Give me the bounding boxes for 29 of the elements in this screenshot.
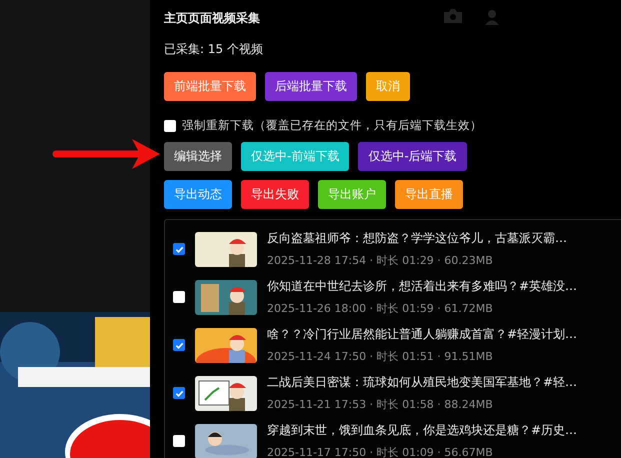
checkbox-label: 强制重新下载（覆盖已存在的文件，只有后端下载生效） <box>182 118 482 133</box>
video-meta: 2025-11-28 17:54 · 时长 01:29 · 60.23MB <box>267 253 494 268</box>
force-checkbox[interactable] <box>164 120 176 132</box>
action-button[interactable]: 后端批量下载 <box>265 72 357 101</box>
action-button[interactable]: 仅选中-后端下载 <box>358 142 467 171</box>
video-meta: 2025-11-17 17:50 · 时长 01:09 · 56.67MB <box>267 445 494 458</box>
video-meta: 2025-11-24 17:50 · 时长 01:51 · 91.51MB <box>267 349 494 364</box>
action-button[interactable]: 导出账户 <box>318 180 386 209</box>
video-title: 啥？？冷门行业居然能让普通人躺赚成首富？#轻漫计划… <box>267 326 578 343</box>
action-button[interactable]: 前端批量下载 <box>164 72 256 101</box>
action-button[interactable]: 导出直播 <box>395 180 463 209</box>
action-button[interactable]: 仅选中-前端下载 <box>241 142 350 171</box>
video-title: 二战后美日密谋：琉球如何从殖民地变美国军基地？#轻… <box>267 374 578 391</box>
video-checkbox[interactable] <box>173 387 185 399</box>
action-button[interactable]: 取消 <box>366 72 410 101</box>
video-title: 你知道在中世纪去诊所，想活着出来有多难吗？#英雄没… <box>267 278 578 295</box>
video-count: 已采集: 15 个视频 <box>164 41 264 58</box>
video-checkbox[interactable] <box>173 291 185 303</box>
video-title: 反向盗墓祖师爷：想防盗？学学这位爷儿，古墓派灭霸… <box>267 230 567 247</box>
video-meta: 2025-11-21 17:53 · 时长 01:58 · 88.24MB <box>267 397 494 412</box>
video-title: 穿越到末世，饿到血条见底，你是选鸡块还是糖？#历史… <box>267 422 578 439</box>
video-checkbox[interactable] <box>173 435 185 447</box>
action-button[interactable]: 导出失败 <box>241 180 309 209</box>
panel-title: 主页页面视频采集 <box>164 10 260 27</box>
video-meta: 2025-11-26 18:00 · 时长 01:59 · 61.72MB <box>267 301 494 316</box>
action-button[interactable]: 编辑选择 <box>164 142 232 171</box>
video-checkbox[interactable] <box>173 243 185 255</box>
action-button[interactable]: 导出动态 <box>164 180 232 209</box>
video-checkbox[interactable] <box>173 339 185 351</box>
